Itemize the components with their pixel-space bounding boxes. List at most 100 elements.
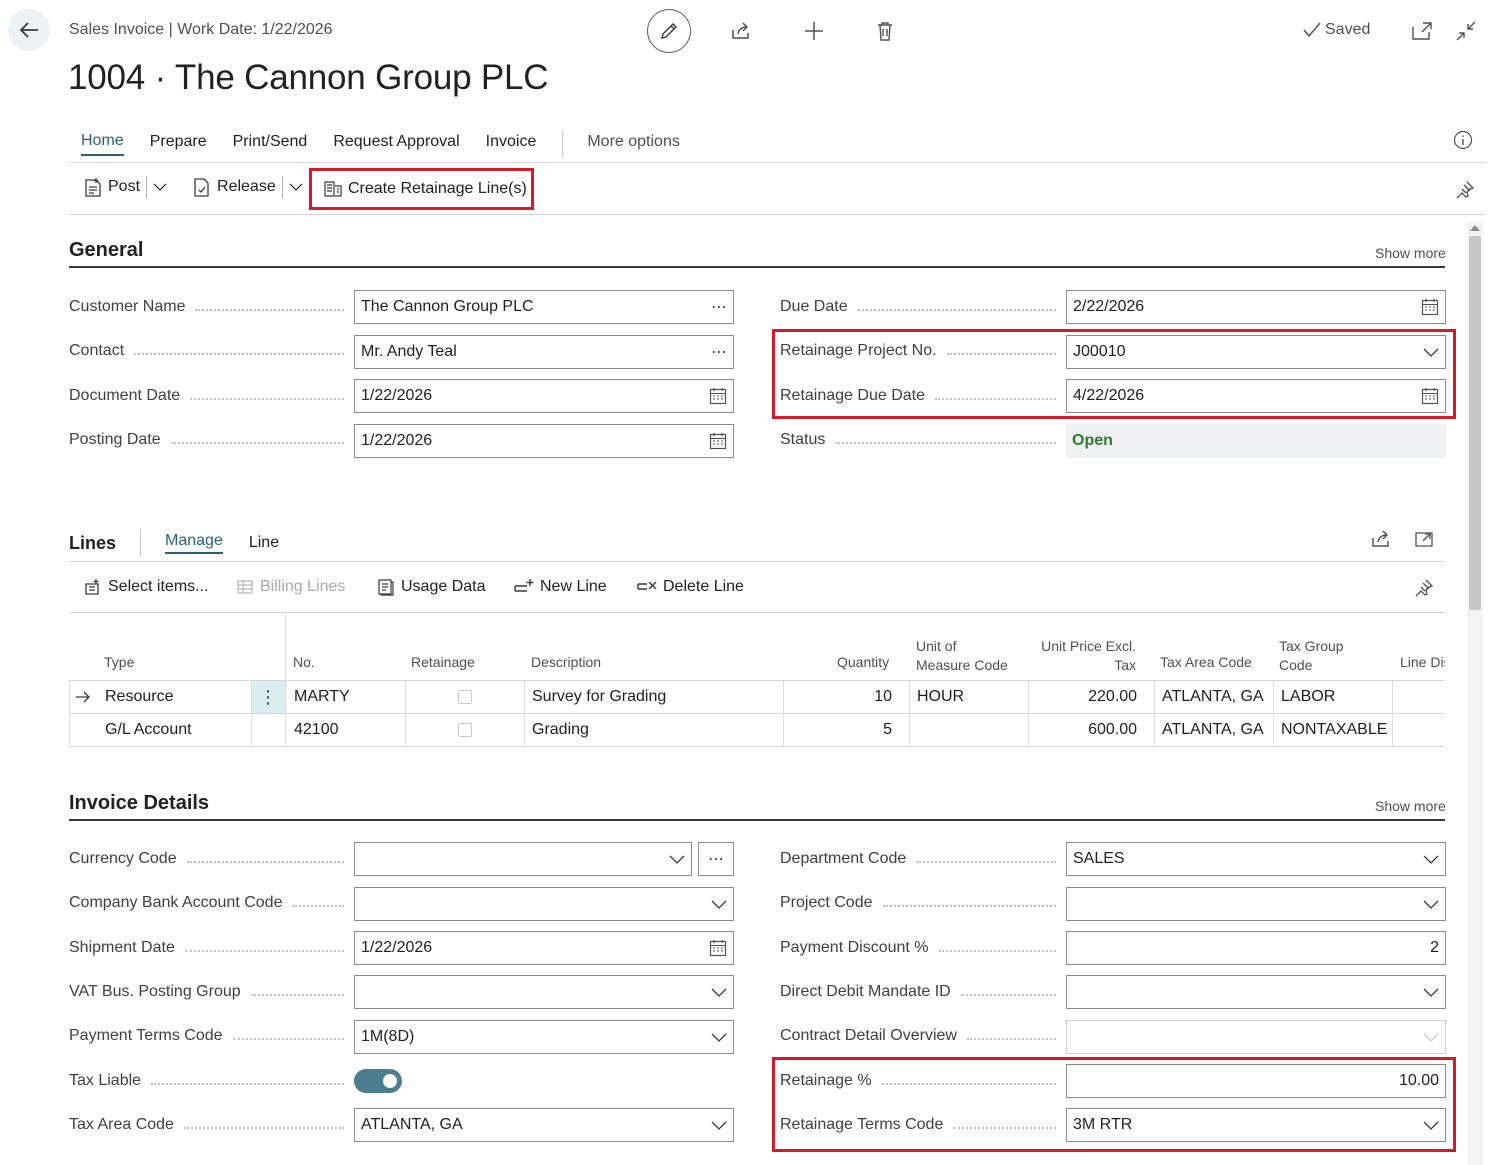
lookup-ellipsis-icon[interactable]: ⋯ [711, 297, 727, 317]
currency-code-field[interactable] [354, 842, 692, 876]
chevron-down-icon[interactable] [711, 1032, 727, 1042]
chevron-down-icon[interactable] [1423, 1120, 1439, 1130]
create-retainage-button[interactable]: Create Retainage Line(s) [324, 180, 527, 198]
lookup-ellipsis-icon[interactable]: ⋯ [711, 342, 727, 362]
scroll-up-icon[interactable] [1470, 224, 1480, 232]
pin-action-bar-button[interactable] [1455, 180, 1475, 200]
col-type[interactable]: Type [104, 654, 134, 670]
col-retainage[interactable]: Retainage [411, 654, 475, 670]
collapse-button[interactable] [1451, 16, 1481, 46]
row-tax-area[interactable]: ATLANTA, GA [1162, 688, 1264, 706]
retainage-due-date-field[interactable]: 4/22/2026 [1066, 379, 1446, 413]
usage-data-button[interactable]: Usage Data [377, 578, 486, 596]
vat-bus-field[interactable] [354, 975, 734, 1009]
retainage-pct-field[interactable]: 10.00 [1066, 1064, 1446, 1098]
col-line-discount[interactable]: Line Dis [1400, 654, 1445, 670]
select-items-button[interactable]: Select items... [84, 578, 208, 596]
company-bank-field[interactable] [354, 887, 734, 921]
tab-prepare[interactable]: Prepare [150, 133, 207, 155]
tab-request-approval[interactable]: Request Approval [333, 133, 459, 155]
calendar-icon[interactable] [709, 387, 727, 405]
release-dropdown-button[interactable] [289, 182, 303, 192]
col-tax-group[interactable]: Tax Group Code [1279, 637, 1344, 675]
lines-share-button[interactable] [1370, 529, 1392, 549]
row-unit-price[interactable]: 600.00 [1039, 721, 1137, 739]
billing-lines-button[interactable]: Billing Lines [236, 578, 345, 596]
new-button[interactable] [799, 16, 829, 46]
open-new-window-button[interactable] [1407, 16, 1437, 46]
posting-date-field[interactable]: 1/22/2026 [354, 424, 734, 458]
row-no[interactable]: 42100 [294, 721, 339, 739]
chevron-down-icon[interactable] [1423, 347, 1439, 357]
tab-home[interactable]: Home [81, 132, 124, 156]
row-tax-group[interactable]: NONTAXABLE [1281, 721, 1387, 739]
post-dropdown-button[interactable] [153, 182, 167, 192]
row-quantity[interactable]: 10 [829, 688, 892, 706]
direct-debit-field[interactable] [1066, 975, 1446, 1009]
payment-discount-field[interactable]: 2 [1066, 931, 1446, 965]
retainage-terms-field[interactable]: 3M RTR [1066, 1108, 1446, 1142]
shipment-date-field[interactable]: 1/22/2026 [354, 931, 734, 965]
chevron-down-icon[interactable] [711, 1120, 727, 1130]
project-code-field[interactable] [1066, 887, 1446, 921]
department-code-field[interactable]: SALES [1066, 842, 1446, 876]
col-quantity[interactable]: Quantity [837, 654, 889, 670]
row-uom[interactable]: HOUR [917, 688, 964, 706]
row-type[interactable]: G/L Account [105, 721, 192, 739]
invoice-details-show-more[interactable]: Show more [1375, 798, 1446, 814]
delete-line-button[interactable]: Delete Line [637, 578, 744, 596]
row-no[interactable]: MARTY [294, 688, 350, 706]
row-actions-button[interactable]: ⋮ [251, 681, 285, 713]
delete-button[interactable] [870, 16, 900, 46]
tax-area-field[interactable]: ATLANTA, GA [354, 1108, 734, 1142]
chevron-down-icon[interactable] [1423, 987, 1439, 997]
general-show-more[interactable]: Show more [1375, 245, 1446, 261]
tab-invoice[interactable]: Invoice [486, 133, 537, 155]
row-retainage-checkbox[interactable] [458, 723, 472, 737]
page-scrollbar-thumb[interactable] [1469, 236, 1481, 610]
due-date-field[interactable]: 2/22/2026 [1066, 290, 1446, 324]
lines-expand-button[interactable] [1414, 529, 1434, 549]
new-line-button[interactable]: New Line [514, 578, 607, 596]
chevron-down-icon[interactable] [1423, 899, 1439, 909]
col-unit-price[interactable]: Unit Price Excl. Tax [1030, 637, 1136, 675]
row-retainage-checkbox[interactable] [458, 690, 472, 704]
pin-lines-bar-button[interactable] [1414, 578, 1434, 598]
currency-lookup-button[interactable]: ⋯ [698, 842, 734, 876]
calendar-icon[interactable] [709, 939, 727, 957]
post-button[interactable]: Post [84, 177, 140, 197]
row-quantity[interactable]: 5 [829, 721, 892, 739]
chevron-down-icon[interactable] [1423, 854, 1439, 864]
table-row[interactable]: G/L Account 42100 Grading 5 600.00 ATLAN… [69, 714, 1445, 746]
share-button[interactable] [726, 16, 756, 46]
tab-line[interactable]: Line [249, 534, 279, 552]
col-tax-area[interactable]: Tax Area Code [1160, 654, 1252, 670]
release-button[interactable]: Release [193, 177, 276, 197]
payment-terms-field[interactable]: 1M(8D) [354, 1020, 734, 1054]
row-tax-group[interactable]: LABOR [1281, 688, 1335, 706]
info-button[interactable] [1453, 130, 1473, 150]
calendar-icon[interactable] [709, 432, 727, 450]
calendar-icon[interactable] [1421, 387, 1439, 405]
contact-field[interactable]: Mr. Andy Teal ⋯ [354, 335, 734, 369]
retainage-project-field[interactable]: J00010 [1066, 335, 1446, 369]
chevron-down-icon[interactable] [711, 899, 727, 909]
row-description[interactable]: Grading [532, 721, 589, 739]
col-unit-of-measure[interactable]: Unit of Measure Code [916, 637, 1008, 675]
col-no[interactable]: No. [293, 654, 315, 670]
table-row[interactable]: Resource ⋮ MARTY Survey for Grading 10 H… [69, 681, 1445, 713]
chevron-down-icon[interactable] [669, 854, 685, 864]
row-description[interactable]: Survey for Grading [532, 688, 666, 706]
row-tax-area[interactable]: ATLANTA, GA [1162, 721, 1264, 739]
col-description[interactable]: Description [531, 654, 601, 670]
calendar-icon[interactable] [1421, 298, 1439, 316]
customer-name-field[interactable]: The Cannon Group PLC ⋯ [354, 290, 734, 324]
document-date-field[interactable]: 1/22/2026 [354, 379, 734, 413]
tab-manage[interactable]: Manage [165, 532, 223, 554]
row-unit-price[interactable]: 220.00 [1039, 688, 1137, 706]
edit-button[interactable] [647, 9, 691, 53]
chevron-down-icon[interactable] [711, 987, 727, 997]
tab-print-send[interactable]: Print/Send [233, 133, 308, 155]
row-type[interactable]: Resource [105, 688, 173, 706]
tax-liable-toggle[interactable] [354, 1069, 402, 1093]
